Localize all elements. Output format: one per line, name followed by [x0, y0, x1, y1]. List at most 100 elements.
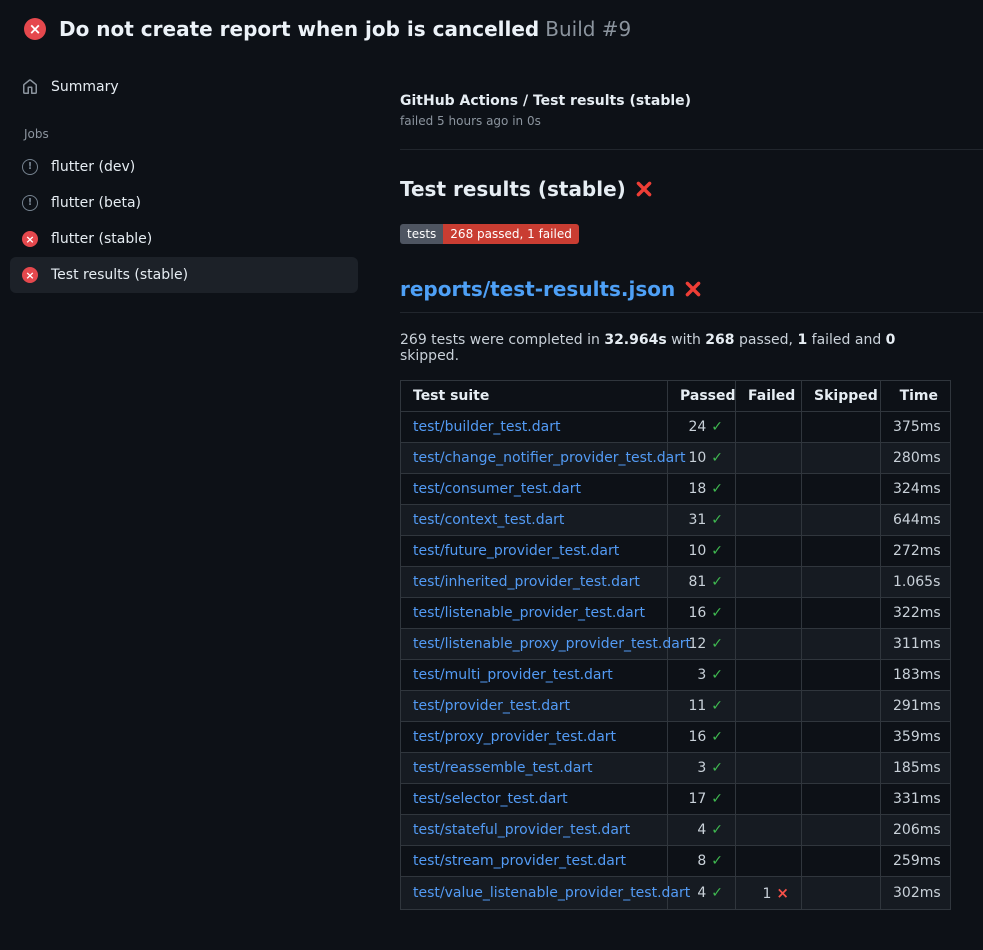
suite-cell: test/future_provider_test.dart: [401, 536, 668, 567]
check-icon: ✓: [711, 822, 723, 838]
report-title: reports/test-results.json: [400, 277, 983, 313]
sidebar-item-flutter-dev[interactable]: ! flutter (dev): [10, 149, 358, 185]
time-cell: 322ms: [881, 598, 951, 629]
test-suite-link[interactable]: test/stream_provider_test.dart: [413, 853, 626, 869]
warning-icon: !: [22, 159, 38, 175]
table-row: test/multi_provider_test.dart3✓183ms: [401, 660, 951, 691]
sidebar-item-summary[interactable]: Summary: [10, 69, 358, 105]
check-icon: ✓: [711, 512, 723, 528]
suite-cell: test/reassemble_test.dart: [401, 753, 668, 784]
check-icon: ✓: [711, 574, 723, 590]
passed-cell: 4✓: [668, 815, 736, 846]
passed-cell: 16✓: [668, 598, 736, 629]
skipped-cell: [802, 691, 881, 722]
failed-cell: [736, 443, 802, 474]
time-cell: 280ms: [881, 443, 951, 474]
check-icon: ✓: [711, 729, 723, 745]
suite-cell: test/value_listenable_provider_test.dart: [401, 877, 668, 910]
check-icon: ✓: [711, 419, 723, 435]
sidebar-item-test-results-stable[interactable]: ×Test results (stable): [10, 257, 358, 293]
cross-icon: ×: [776, 884, 789, 902]
warning-icon: !: [22, 195, 38, 211]
sidebar-item-label: Test results (stable): [51, 267, 188, 283]
passed-cell: 18✓: [668, 474, 736, 505]
table-row: test/context_test.dart31✓644ms: [401, 505, 951, 536]
table-row: test/consumer_test.dart18✓324ms: [401, 474, 951, 505]
time-cell: 272ms: [881, 536, 951, 567]
test-suite-link[interactable]: test/provider_test.dart: [413, 698, 570, 714]
summary-line: 269 tests were completed in 32.964s with…: [400, 332, 951, 364]
test-suite-link[interactable]: test/listenable_provider_test.dart: [413, 605, 645, 621]
test-suite-link[interactable]: test/inherited_provider_test.dart: [413, 574, 640, 590]
test-suite-link[interactable]: test/listenable_proxy_provider_test.dart: [413, 636, 691, 652]
test-suite-link[interactable]: test/context_test.dart: [413, 512, 564, 528]
time-cell: 183ms: [881, 660, 951, 691]
build-header: × Do not create report when job is cance…: [0, 0, 983, 55]
sidebar-item-label: flutter (dev): [51, 159, 135, 175]
report-file-link[interactable]: reports/test-results.json: [400, 277, 675, 301]
table-row: test/reassemble_test.dart 3✓ 185ms: [401, 753, 951, 784]
time-cell: 644ms: [881, 505, 951, 536]
header-passed: Passed: [668, 381, 736, 412]
run-status-line: failed 5 hours ago in 0s: [400, 114, 951, 128]
sidebar-item-label: flutter (stable): [51, 231, 152, 247]
breadcrumb: GitHub Actions / Test results (stable): [400, 93, 951, 109]
sidebar-item-flutter-beta[interactable]: !flutter (beta): [10, 185, 358, 221]
passed-cell: 81✓: [668, 567, 736, 598]
sidebar-item-flutter-stable[interactable]: ×flutter (stable): [10, 221, 358, 257]
suite-cell: test/inherited_provider_test.dart: [401, 567, 668, 598]
time-cell: 185ms: [881, 753, 951, 784]
time-cell: 331ms: [881, 784, 951, 815]
suite-cell: test/provider_test.dart: [401, 691, 668, 722]
check-icon: ✓: [711, 885, 723, 901]
header-skipped: Skipped: [802, 381, 881, 412]
test-suite-link[interactable]: test/stateful_provider_test.dart: [413, 822, 630, 838]
time-cell: 1.065s: [881, 567, 951, 598]
badge-label: tests: [400, 224, 443, 244]
check-icon: ✓: [711, 698, 723, 714]
skipped-cell: [802, 815, 881, 846]
sidebar-jobs-list: ! flutter (dev) !flutter (beta)×flutter (s…: [10, 149, 358, 293]
build-failed-icon: ×: [24, 18, 46, 40]
table-row: test/value_listenable_provider_test.dart…: [401, 877, 951, 910]
sidebar-jobs-heading: Jobs: [10, 105, 358, 149]
suite-cell: test/proxy_provider_test.dart: [401, 722, 668, 753]
suite-cell: test/listenable_proxy_provider_test.dart: [401, 629, 668, 660]
tests-status-badge: tests 268 passed, 1 failed: [400, 224, 579, 244]
check-icon: ✓: [711, 853, 723, 869]
test-suite-link[interactable]: test/builder_test.dart: [413, 419, 560, 435]
passed-cell: 3✓: [668, 753, 736, 784]
skipped-cell: [802, 753, 881, 784]
skipped-cell: [802, 846, 881, 877]
test-suite-link[interactable]: test/proxy_provider_test.dart: [413, 729, 616, 745]
suite-cell: test/multi_provider_test.dart: [401, 660, 668, 691]
header-test-suite: Test suite: [401, 381, 668, 412]
sidebar: Summary Jobs ! flutter (dev) !flutter (bet…: [0, 55, 370, 293]
time-cell: 311ms: [881, 629, 951, 660]
divider: [400, 149, 983, 150]
failed-cell: [736, 474, 802, 505]
header-time: Time: [881, 381, 951, 412]
page-title: Do not create report when job is cancell…: [59, 17, 631, 41]
badge-value: 268 passed, 1 failed: [443, 224, 579, 244]
table-row: test/inherited_provider_test.dart 81✓ 1.06…: [401, 567, 951, 598]
check-icon: ✓: [711, 667, 723, 683]
test-suite-link[interactable]: test/value_listenable_provider_test.dart: [413, 885, 690, 901]
failed-cell: [736, 722, 802, 753]
test-suite-link[interactable]: test/multi_provider_test.dart: [413, 667, 613, 683]
failed-cell: [736, 846, 802, 877]
skipped-cell: [802, 598, 881, 629]
failed-cell: [736, 598, 802, 629]
table-row: test/future_provider_test.dart10✓272ms: [401, 536, 951, 567]
suite-cell: test/selector_test.dart: [401, 784, 668, 815]
test-suite-link[interactable]: test/reassemble_test.dart: [413, 760, 593, 776]
test-suite-link[interactable]: test/selector_test.dart: [413, 791, 568, 807]
failed-cell: [736, 536, 802, 567]
skipped-cell: [802, 443, 881, 474]
test-suite-link[interactable]: test/consumer_test.dart: [413, 481, 581, 497]
failed-cell: 1×: [736, 877, 802, 910]
skipped-cell: [802, 784, 881, 815]
test-suite-link[interactable]: test/future_provider_test.dart: [413, 543, 619, 559]
test-suite-link[interactable]: test/change_notifier_provider_test.dart: [413, 450, 686, 466]
table-row: test/listenable_proxy_provider_test.dart…: [401, 629, 951, 660]
